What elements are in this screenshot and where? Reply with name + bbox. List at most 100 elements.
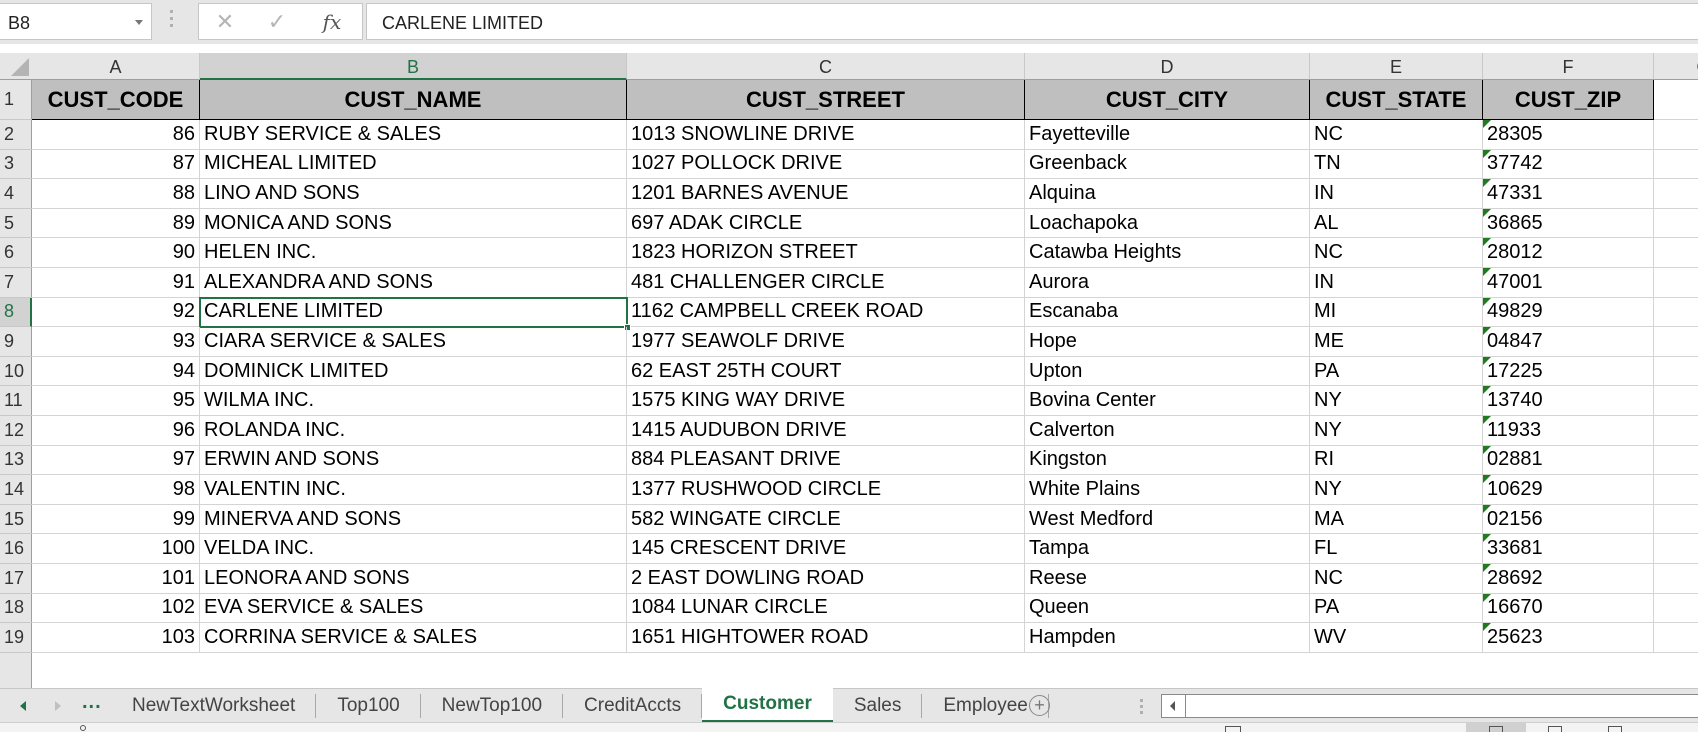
empty-cell[interactable]	[1654, 475, 1698, 505]
column-title-street[interactable]: CUST_STREET	[627, 80, 1025, 120]
cell-city[interactable]: Fayetteville	[1025, 120, 1310, 150]
column-header-a[interactable]: A	[32, 53, 200, 79]
cell-zip[interactable]: 36865	[1483, 208, 1654, 239]
sheet-tab-customer[interactable]: Customer	[702, 688, 833, 723]
cell-zip[interactable]: 10629	[1483, 475, 1654, 505]
cell-zip[interactable]: 28305	[1483, 120, 1654, 150]
cancel-icon[interactable]: ✕	[210, 8, 240, 36]
row-header[interactable]: 16	[0, 534, 32, 564]
formula-input[interactable]: CARLENE LIMITED	[366, 3, 1698, 40]
tab-split-handle[interactable]	[1140, 699, 1144, 715]
cell-code[interactable]: 95	[32, 386, 200, 416]
row-header[interactable]: 3	[0, 150, 32, 180]
row-header[interactable]: 8	[0, 297, 32, 328]
cell-state[interactable]: AL	[1310, 208, 1483, 239]
empty-cell[interactable]	[1654, 386, 1698, 416]
cell-code[interactable]: 96	[32, 416, 200, 446]
cell-code[interactable]: 103	[32, 623, 200, 653]
column-header-b[interactable]: B	[200, 53, 627, 80]
cell-street[interactable]: 1013 SNOWLINE DRIVE	[627, 120, 1025, 150]
cell-state[interactable]: WV	[1310, 623, 1483, 653]
empty-cell[interactable]	[1654, 564, 1698, 594]
cell-name[interactable]: MONICA AND SONS	[200, 208, 627, 239]
sheet-tab-newtextworksheet[interactable]: NewTextWorksheet	[111, 689, 317, 723]
column-title-name[interactable]: CUST_NAME	[200, 80, 627, 120]
cell-zip[interactable]: 49829	[1483, 297, 1654, 328]
accessibility-icon[interactable]	[80, 725, 86, 731]
cell-zip[interactable]: 02881	[1483, 445, 1654, 476]
row-header[interactable]: 6	[0, 238, 32, 268]
row-header[interactable]: 9	[0, 327, 32, 357]
row-header[interactable]: 2	[0, 120, 32, 150]
cell-city[interactable]: Greenback	[1025, 149, 1310, 180]
cell-city[interactable]: Catawba Heights	[1025, 238, 1310, 268]
cell-code[interactable]: 89	[32, 208, 200, 239]
page-layout-view-button[interactable]	[1530, 723, 1580, 732]
column-header-d[interactable]: D	[1025, 53, 1310, 79]
name-box[interactable]: B8	[0, 3, 152, 40]
cell-city[interactable]: Upton	[1025, 356, 1310, 387]
sheet-tab-creditaccts[interactable]: CreditAccts	[563, 689, 703, 723]
empty-cell[interactable]	[1654, 268, 1698, 298]
row-header[interactable]: 14	[0, 475, 32, 505]
cell-state[interactable]: PA	[1310, 356, 1483, 387]
cell-name[interactable]: ROLANDA INC.	[200, 416, 627, 446]
cell-name[interactable]: VALENTIN INC.	[200, 475, 627, 505]
select-all-button[interactable]	[0, 53, 32, 79]
cell-zip[interactable]: 11933	[1483, 416, 1654, 446]
column-header-g[interactable]: G	[1654, 53, 1698, 79]
empty-cell[interactable]	[1654, 327, 1698, 357]
cell-street[interactable]: 1201 BARNES AVENUE	[627, 179, 1025, 209]
cell-code[interactable]: 91	[32, 268, 200, 298]
cell-state[interactable]: IN	[1310, 268, 1483, 298]
column-title-city[interactable]: CUST_CITY	[1025, 80, 1310, 120]
column-header-c[interactable]: C	[627, 53, 1025, 79]
row-header[interactable]: 19	[0, 623, 32, 653]
row-header[interactable]: 5	[0, 209, 32, 239]
cell-code[interactable]: 93	[32, 327, 200, 357]
column-header-f[interactable]: F	[1483, 53, 1654, 79]
cell-zip[interactable]: 13740	[1483, 386, 1654, 416]
enter-check-icon[interactable]: ✓	[262, 8, 292, 36]
cell-city[interactable]: Kingston	[1025, 445, 1310, 476]
cell-name[interactable]: HELEN INC.	[200, 238, 627, 268]
cell-state[interactable]: MI	[1310, 297, 1483, 328]
cell-city[interactable]: West Medford	[1025, 504, 1310, 535]
cell-zip[interactable]: 47331	[1483, 179, 1654, 209]
cell-street[interactable]: 1575 KING WAY DRIVE	[627, 386, 1025, 416]
column-title-code[interactable]: CUST_CODE	[32, 80, 200, 120]
cell-state[interactable]: NC	[1310, 120, 1483, 150]
cell-street[interactable]: 884 PLEASANT DRIVE	[627, 445, 1025, 476]
cell-state[interactable]: NY	[1310, 475, 1483, 505]
row-header[interactable]: 7	[0, 268, 32, 298]
sheet-tab-top100[interactable]: Top100	[316, 689, 422, 723]
sheet-tab-sales[interactable]: Sales	[833, 689, 923, 723]
cell-name[interactable]: RUBY SERVICE & SALES	[200, 120, 627, 150]
cell-state[interactable]: FL	[1310, 534, 1483, 564]
cell-state[interactable]: NC	[1310, 564, 1483, 594]
cell-name[interactable]: VELDA INC.	[200, 534, 627, 564]
cell-street[interactable]: 697 ADAK CIRCLE	[627, 208, 1025, 239]
page-break-view-button[interactable]	[1590, 723, 1640, 732]
cell-zip[interactable]: 17225	[1483, 356, 1654, 387]
cell-name[interactable]: CIARA SERVICE & SALES	[200, 327, 627, 357]
cell-name[interactable]: LINO AND SONS	[200, 179, 627, 209]
cell-code[interactable]: 102	[32, 593, 200, 624]
empty-cell[interactable]	[1654, 208, 1698, 239]
row-header[interactable]: 4	[0, 179, 32, 209]
cell-city[interactable]: Reese	[1025, 564, 1310, 594]
cell-street[interactable]: 1977 SEAWOLF DRIVE	[627, 327, 1025, 357]
cell-city[interactable]: White Plains	[1025, 475, 1310, 505]
cell-zip[interactable]: 02156	[1483, 504, 1654, 535]
cell-street[interactable]: 145 CRESCENT DRIVE	[627, 534, 1025, 564]
empty-cell[interactable]	[1654, 534, 1698, 564]
cell-city[interactable]: Calverton	[1025, 416, 1310, 446]
cell-state[interactable]: NY	[1310, 416, 1483, 446]
cell-city[interactable]: Alquina	[1025, 179, 1310, 209]
empty-cell[interactable]	[1654, 80, 1698, 120]
cell-code[interactable]: 94	[32, 356, 200, 387]
row-header[interactable]: 13	[0, 446, 32, 476]
cell-street[interactable]: 1162 CAMPBELL CREEK ROAD	[627, 297, 1025, 328]
cell-street[interactable]: 2 EAST DOWLING ROAD	[627, 564, 1025, 594]
cell-street[interactable]: 1084 LUNAR CIRCLE	[627, 593, 1025, 624]
